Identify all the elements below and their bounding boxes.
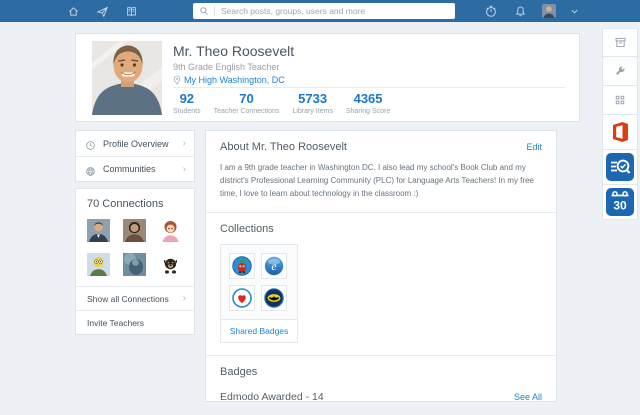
stat-value: 4365: [353, 91, 383, 106]
wrench-icon[interactable]: [602, 57, 638, 86]
stat-library-items: 5733 Library Items: [292, 91, 333, 116]
account-avatar[interactable]: [542, 4, 556, 18]
invite-teachers-label: Invite Teachers: [87, 317, 145, 328]
explorer-e-badge-icon[interactable]: e: [261, 253, 287, 280]
stat-value: 70: [239, 91, 254, 106]
monster-badge-icon[interactable]: [229, 253, 255, 280]
sidebar-item-label: Communities: [103, 164, 156, 174]
sidebar-item-profile-overview[interactable]: Profile Overview ›: [76, 131, 194, 156]
collections-title: Collections: [220, 223, 274, 236]
stat-value: 5733: [298, 91, 328, 106]
profile-location[interactable]: My High Washington, DC: [173, 75, 285, 85]
nav-right-icons: [484, 0, 578, 22]
stat-label: Sharing Score: [345, 108, 391, 115]
batman-badge-icon[interactable]: [261, 285, 287, 312]
spotlight-paper-plane-icon[interactable]: [95, 4, 109, 18]
invite-teachers-link[interactable]: Invite Teachers: [76, 310, 194, 334]
heart-badge-icon[interactable]: [229, 285, 255, 312]
connections-title: 70 Connections: [87, 198, 164, 210]
about-body: I am a 9th grade teacher in Washington D…: [220, 163, 534, 198]
collections-badge-grid: e: [221, 245, 297, 319]
connection-avatar-cartoon-girl[interactable]: [159, 219, 182, 242]
edmodo-awarded-label: Edmodo Awarded - 14: [220, 391, 324, 404]
chevron-right-icon: ›: [182, 163, 186, 175]
sidebar-item-communities[interactable]: Communities ›: [76, 156, 194, 181]
show-all-label: Show all Connections: [87, 293, 169, 304]
shared-badges-link[interactable]: Shared Badges: [221, 319, 297, 343]
connection-avatar-blurry-photo[interactable]: [123, 253, 146, 276]
connection-avatar-man-in-suit[interactable]: [87, 219, 110, 242]
stat-sharing-score: 4365 Sharing Score: [345, 91, 391, 116]
account-chevron-down-icon[interactable]: [571, 9, 578, 14]
library-search-icon[interactable]: [602, 150, 638, 185]
profile-role: 9th Grade English Teacher: [173, 62, 280, 72]
planner-icon[interactable]: [484, 4, 498, 18]
svg-text:e: e: [271, 260, 277, 274]
sidebar-item-label: Profile Overview: [103, 138, 169, 149]
profile-stats: 92 Students 70 Teacher Connections 5733 …: [173, 91, 391, 116]
chevron-right-icon: ›: [182, 293, 186, 304]
archive-box-icon[interactable]: [602, 28, 638, 57]
search-icon: [200, 7, 208, 15]
svg-text:30: 30: [613, 199, 627, 213]
collections-box: e Shared Badges: [220, 244, 298, 344]
stat-label: Teacher Connections: [213, 108, 280, 115]
global-search: [193, 3, 455, 19]
apps-grid-icon[interactable]: [602, 86, 638, 115]
notifications-bell-icon[interactable]: [513, 4, 527, 18]
extensions-rail: 30: [602, 28, 638, 220]
nav-left-icons: [66, 0, 138, 22]
profile-location-label: My High Washington, DC: [184, 75, 285, 85]
clock-icon: [85, 138, 96, 150]
search-input[interactable]: [221, 6, 455, 16]
stat-students: 92 Students: [173, 91, 201, 116]
location-pin-icon: [173, 75, 181, 85]
connection-avatar-woman[interactable]: [123, 219, 146, 242]
connections-card: 70 Connections Show all Connections › In…: [75, 188, 195, 335]
sidebar-menu-card: Profile Overview › Communities ›: [75, 130, 195, 182]
badges-section: Badges Edmodo Awarded - 14 See All: [206, 355, 556, 415]
show-all-connections-link[interactable]: Show all Connections ›: [76, 286, 194, 310]
profile-photo: [92, 41, 162, 115]
stat-label: Students: [173, 108, 201, 115]
main-card: About Mr. Theo Roosevelt Edit I am a 9th…: [205, 130, 557, 403]
stat-value: 92: [179, 91, 195, 106]
chevron-right-icon: ›: [182, 138, 186, 149]
calendar-icon[interactable]: 30: [602, 185, 638, 220]
home-icon[interactable]: [66, 4, 80, 18]
profile-header-card: Mr. Theo Roosevelt 9th Grade English Tea…: [75, 33, 580, 122]
edit-link[interactable]: Edit: [526, 142, 542, 152]
connection-avatar-yellow-cartoon[interactable]: [87, 253, 110, 276]
library-book-icon[interactable]: [124, 4, 138, 18]
globe-icon: [85, 164, 96, 176]
profile-divider: [173, 87, 565, 88]
collections-section: Collections e Shared Badges: [206, 212, 556, 355]
about-title: About Mr. Theo Roosevelt: [220, 141, 347, 153]
search-divider: [214, 6, 215, 16]
office-icon[interactable]: [602, 115, 638, 150]
profile-name: Mr. Theo Roosevelt: [173, 43, 295, 59]
stat-teacher-connections: 70 Teacher Connections: [213, 91, 280, 116]
about-section: About Mr. Theo Roosevelt Edit I am a 9th…: [206, 131, 556, 212]
see-all-link[interactable]: See All: [514, 392, 542, 402]
stat-label: Library Items: [292, 108, 333, 115]
connection-avatar-dog[interactable]: [159, 253, 182, 276]
badges-title: Badges: [220, 366, 258, 379]
connections-grid: [87, 219, 183, 276]
